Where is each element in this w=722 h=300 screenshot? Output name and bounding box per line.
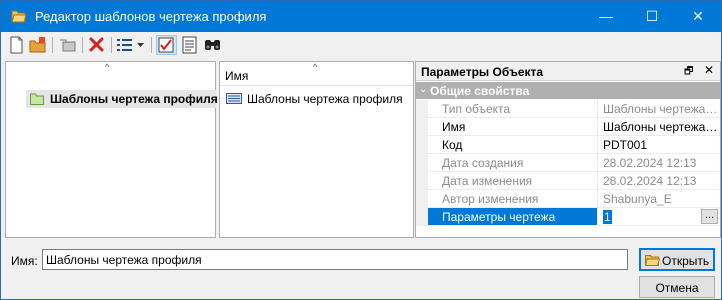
- folder-tree-panel[interactable]: ^ Шаблоны чертежа профиля: [5, 61, 218, 238]
- template-icon: [226, 93, 242, 104]
- property-row-author[interactable]: Автор изменения Shabunya_E: [416, 190, 720, 208]
- new-folder-button[interactable]: [27, 35, 48, 55]
- dropdown-arrow-icon: [137, 43, 144, 47]
- dock-icon[interactable]: 🗗: [684, 64, 693, 81]
- view-mode-dropdown[interactable]: [135, 35, 147, 55]
- property-value[interactable]: PDT001: [599, 136, 719, 153]
- properties-title-bar: Параметры Объекта 🗗 ✕: [416, 62, 720, 81]
- list-column-header[interactable]: ^ Имя: [220, 62, 413, 86]
- tree-item-label: Шаблоны чертежа профиля: [50, 92, 218, 106]
- move-icon: [60, 39, 76, 52]
- property-value: 28.02.2024 12:13: [603, 156, 697, 170]
- cancel-button-label: Отмена: [655, 281, 699, 295]
- move-button[interactable]: [57, 35, 78, 55]
- window-title: Редактор шаблонов чертежа профиля: [35, 9, 267, 24]
- toolbar-separator: [111, 37, 112, 53]
- property-value[interactable]: 1: [603, 210, 612, 224]
- delete-icon: [89, 37, 104, 52]
- property-value: Shabunya_E: [603, 192, 672, 206]
- object-properties-panel: Параметры Объекта 🗗 ✕ ⌄ Общие свойства Т…: [415, 61, 721, 238]
- new-folder-icon: [29, 37, 46, 53]
- row-gutter: [416, 208, 428, 226]
- property-name: Дата создания: [428, 154, 598, 171]
- view-list-icon: [117, 39, 132, 51]
- row-gutter: [416, 100, 428, 118]
- property-name: Дата изменения: [428, 172, 598, 189]
- property-row-modified[interactable]: Дата изменения 28.02.2024 12:13: [416, 172, 720, 190]
- property-name: Тип объекта: [428, 100, 598, 117]
- row-gutter: [416, 154, 428, 172]
- folder-open-icon: [645, 255, 660, 266]
- new-document-icon: [10, 36, 23, 54]
- minimize-button[interactable]: —: [583, 1, 629, 32]
- property-value: 28.02.2024 12:13: [603, 174, 697, 188]
- properties-list-icon: [182, 36, 197, 54]
- checked-box-icon: [158, 37, 174, 53]
- name-label: Имя:: [11, 254, 38, 268]
- new-document-button[interactable]: [6, 35, 27, 55]
- sort-caret: ^: [313, 62, 318, 72]
- tree-item[interactable]: Шаблоны чертежа профиля: [26, 90, 218, 108]
- collapse-caret-icon: ⌄: [419, 84, 428, 95]
- list-item-label: Шаблоны чертежа профиля: [247, 92, 403, 106]
- cancel-button[interactable]: Отмена: [639, 276, 715, 298]
- property-row-type[interactable]: Тип объекта Шаблоны чертежа…: [416, 100, 720, 118]
- property-row-name[interactable]: Имя Шаблоны чертежа…: [416, 118, 720, 136]
- row-gutter: [416, 136, 428, 154]
- property-name: Параметры чертежа: [428, 208, 598, 225]
- template-list-panel[interactable]: ^ Имя Шаблоны чертежа профиля: [219, 61, 414, 238]
- property-name: Автор изменения: [428, 190, 598, 207]
- binoculars-icon: [205, 40, 220, 50]
- column-header-name: Имя: [225, 69, 249, 83]
- properties-title: Параметры Объекта: [421, 65, 544, 79]
- title-bar[interactable]: Редактор шаблонов чертежа профиля — ☐ ✕: [1, 1, 721, 32]
- close-panel-icon[interactable]: ✕: [704, 63, 714, 77]
- name-field[interactable]: [42, 249, 628, 270]
- ellipsis-button[interactable]: ...: [701, 209, 718, 224]
- sort-caret: ^: [105, 62, 110, 72]
- toolbar: [1, 32, 721, 58]
- properties-button[interactable]: [179, 35, 200, 55]
- property-name: Имя: [428, 118, 598, 135]
- row-gutter: [416, 118, 428, 136]
- property-group-label: Общие свойства: [430, 84, 530, 98]
- delete-button[interactable]: [86, 35, 107, 55]
- property-value[interactable]: Шаблоны чертежа…: [599, 118, 719, 135]
- property-value: Шаблоны чертежа…: [603, 102, 718, 116]
- row-gutter: [416, 190, 428, 208]
- open-button[interactable]: Открыть: [639, 248, 715, 271]
- row-gutter: [416, 172, 428, 190]
- property-row-code[interactable]: Код PDT001: [416, 136, 720, 154]
- folder-icon: [30, 93, 44, 105]
- open-button-label: Открыть: [662, 254, 710, 268]
- find-button[interactable]: [202, 35, 223, 55]
- list-item[interactable]: Шаблоны чертежа профиля: [220, 90, 413, 108]
- toolbar-separator: [52, 37, 53, 53]
- view-mode-button[interactable]: [115, 35, 136, 55]
- close-button[interactable]: ✕: [675, 1, 721, 32]
- toolbar-separator: [151, 37, 152, 53]
- toolbar-separator: [82, 37, 83, 53]
- property-name: Код: [428, 136, 598, 153]
- editor-window: Редактор шаблонов чертежа профиля — ☐ ✕: [0, 0, 722, 300]
- property-row-created[interactable]: Дата создания 28.02.2024 12:13: [416, 154, 720, 172]
- folder-open-icon: [11, 10, 27, 23]
- property-row-drawing-params[interactable]: Параметры чертежа 1 ...: [416, 208, 720, 226]
- check-toggle-button[interactable]: [156, 35, 177, 55]
- maximize-button[interactable]: ☐: [629, 1, 675, 32]
- property-group-header[interactable]: ⌄ Общие свойства: [416, 82, 720, 99]
